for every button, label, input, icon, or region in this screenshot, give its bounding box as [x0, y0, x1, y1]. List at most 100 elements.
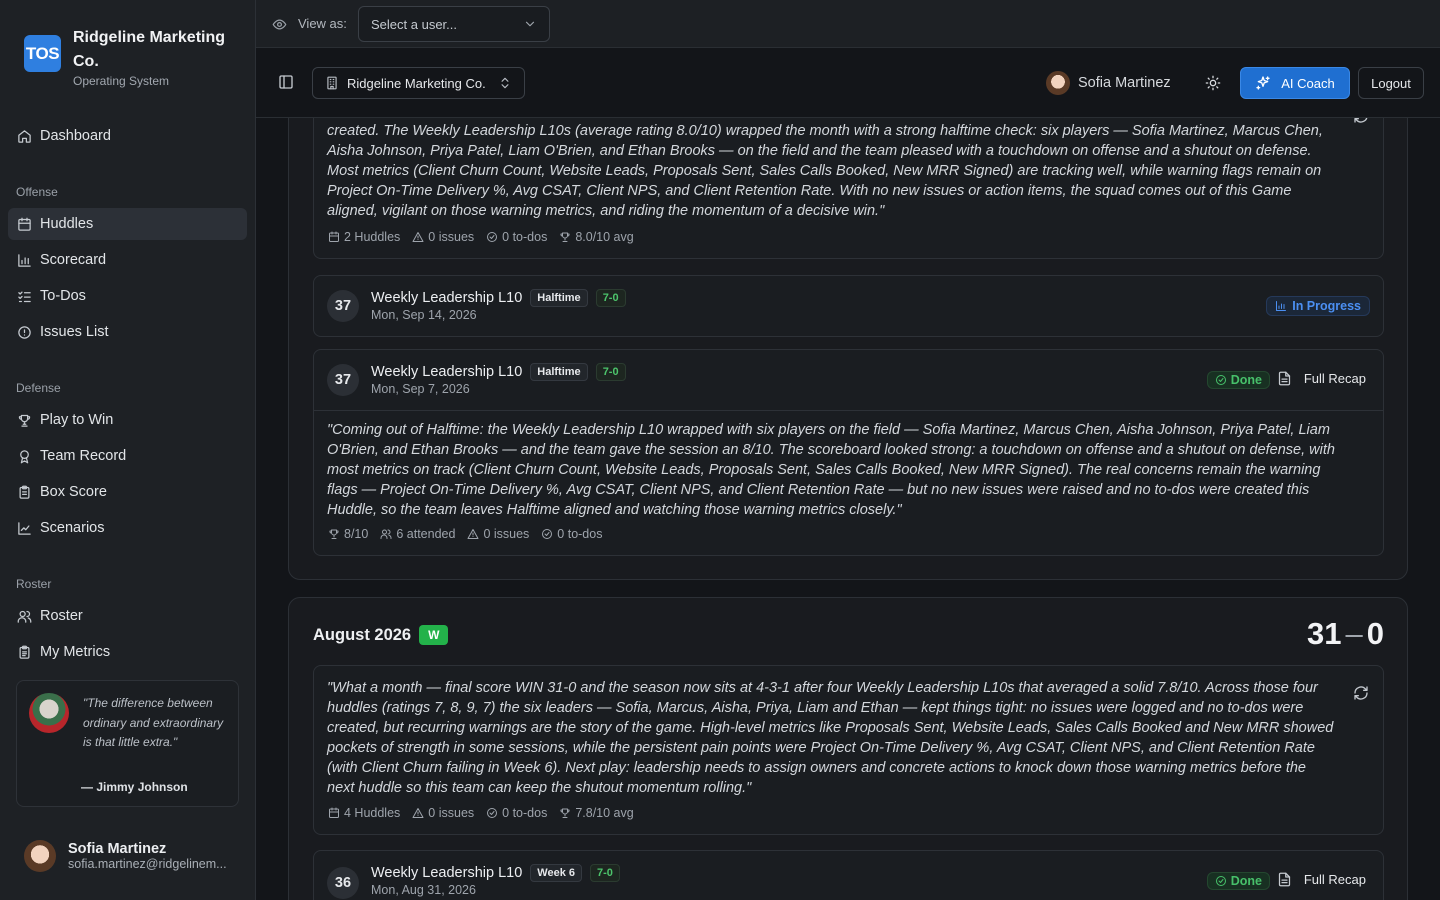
sidebar-item-my-metrics[interactable]: My Metrics — [8, 636, 247, 668]
sidebar-item-label: Issues List — [40, 324, 109, 340]
score-against: 0 — [1366, 616, 1384, 651]
huddle-summary: "Coming out of Halftime: the Weekly Lead… — [327, 422, 1335, 518]
sidebar-item-huddles[interactable]: Huddles — [8, 208, 247, 240]
brand-title: Ridgeline Marketing Co. — [73, 29, 226, 70]
stat-issues: 0 issues — [412, 230, 474, 244]
nav-section-roster: Roster — [16, 577, 52, 591]
stat-issues-value: 0 issues — [428, 230, 475, 244]
sidebar: TOS Ridgeline Marketing Co. Operating Sy… — [0, 0, 256, 900]
stat-todos: 0 to-dos — [486, 806, 547, 820]
sidebar-item-label: Huddles — [40, 216, 94, 232]
huddle-tag: Halftime — [530, 363, 588, 381]
check-circle-icon — [1215, 875, 1227, 887]
huddle-tag: Halftime — [530, 289, 588, 307]
sun-icon[interactable] — [1205, 75, 1221, 91]
huddle-score: 7-0 — [595, 289, 626, 307]
stat-huddles-value: 4 Huddles — [344, 806, 401, 820]
huddle-name: Weekly Leadership L10 — [371, 290, 523, 306]
sidebar-item-box-score[interactable]: Box Score — [8, 476, 247, 508]
sidebar-item-todos[interactable]: To-Dos — [8, 280, 247, 312]
logout-button[interactable]: Logout — [1358, 67, 1424, 99]
nav-section-defense: Defense — [16, 381, 61, 395]
status-badge: Done — [1206, 371, 1270, 389]
chevron-down-icon — [523, 17, 537, 31]
users-icon — [17, 609, 32, 624]
stat-huddles: 4 Huddles — [328, 806, 400, 820]
quote-card: "The difference between ordinary and ext… — [16, 680, 239, 807]
check-circle-icon — [486, 231, 498, 243]
home-icon — [17, 129, 32, 144]
user-profile[interactable]: Sofia Martinez sofia.martinez@ridgelinem… — [24, 840, 236, 872]
huddle-title-row: Weekly Leadership L10 Week 6 7-0 — [371, 864, 620, 882]
sidebar-item-team-record[interactable]: Team Record — [8, 440, 247, 472]
huddle-tag: Week 6 — [530, 864, 582, 882]
divider — [314, 410, 1383, 411]
result-badge: W — [419, 625, 449, 645]
view-as-user-select[interactable]: Select a user... — [358, 6, 550, 42]
refresh-icon[interactable] — [1353, 685, 1369, 701]
month-score: 31 – 0 — [1307, 616, 1384, 652]
week-number: 36 — [327, 867, 359, 899]
stat-todos-value: 0 to-dos — [502, 806, 548, 820]
quote-text: "The difference between ordinary and ext… — [83, 696, 224, 749]
month-recap-text: "What a month — final score WIN 31-0 and… — [327, 680, 1334, 796]
list-checks-icon — [17, 289, 32, 304]
sidebar-item-scenarios[interactable]: Scenarios — [8, 512, 247, 544]
huddle-row[interactable]: 37 Weekly Leadership L10 Halftime 7-0 Mo… — [313, 275, 1384, 337]
sidebar-item-scorecard[interactable]: Scorecard — [8, 244, 247, 276]
stat-avg: 7.8/10 avg — [559, 806, 634, 820]
quote-avatar — [29, 693, 69, 733]
sidebar-item-issues-list[interactable]: Issues List — [8, 316, 247, 348]
stat-avg-value: 8.0/10 avg — [575, 230, 634, 244]
sidebar-item-label: Dashboard — [40, 128, 111, 144]
month-stats: 4 Huddles 0 issues 0 to-dos 7.8/10 avg — [328, 806, 634, 820]
huddle-title-row: Weekly Leadership L10 Halftime 7-0 — [371, 363, 626, 381]
sidebar-item-dashboard[interactable]: Dashboard — [8, 120, 247, 152]
org-switcher[interactable]: Ridgeline Marketing Co. — [312, 67, 525, 99]
huddle-name: Weekly Leadership L10 — [371, 865, 523, 881]
stat-avg-value: 7.8/10 avg — [575, 806, 634, 820]
check-circle-icon — [486, 807, 498, 819]
sidebar-item-label: Box Score — [40, 484, 107, 500]
header-user[interactable]: Sofia Martinez — [1046, 71, 1171, 95]
month-card-september: created. The Weekly Leadership L10s (ave… — [288, 118, 1408, 580]
status-badge: Done — [1206, 872, 1270, 890]
stat-todos: 0 to-dos — [486, 230, 547, 244]
stat-issues: 0 issues — [467, 527, 529, 541]
huddle-row[interactable]: 37 Weekly Leadership L10 Halftime 7-0 Mo… — [313, 349, 1384, 556]
ai-coach-button[interactable]: AI Coach — [1240, 67, 1350, 99]
sidebar-item-label: Team Record — [40, 448, 127, 464]
stat-avg: 8.0/10 avg — [559, 230, 634, 244]
refresh-icon[interactable] — [1353, 118, 1369, 124]
nav-section-offense: Offense — [16, 185, 58, 199]
stat-attended: 6 attended — [380, 527, 455, 541]
full-recap-button[interactable]: Full Recap — [1277, 872, 1366, 887]
huddle-date: Mon, Sep 14, 2026 — [371, 308, 477, 322]
file-text-icon — [1277, 872, 1292, 887]
huddle-row[interactable]: 36 Weekly Leadership L10 Week 6 7-0 Mon,… — [313, 850, 1384, 900]
view-as-bar: View as: Select a user... — [256, 0, 1440, 48]
stat-issues-value: 0 issues — [428, 806, 475, 820]
header-user-name: Sofia Martinez — [1078, 75, 1171, 91]
chevrons-up-down-icon — [498, 76, 512, 90]
huddle-date: Mon, Sep 7, 2026 — [371, 382, 470, 396]
full-recap-button[interactable]: Full Recap — [1277, 371, 1366, 386]
user-name: Sofia Martinez — [68, 841, 167, 857]
bar-chart-icon — [17, 253, 32, 268]
full-recap-label: Full Recap — [1303, 872, 1366, 887]
sidebar-item-roster[interactable]: Roster — [8, 600, 247, 632]
clipboard-list-icon — [17, 645, 32, 660]
file-text-icon — [1277, 371, 1292, 386]
huddle-stats: 8/10 6 attended 0 issues 0 to-dos — [328, 527, 602, 541]
sidebar-toggle-icon[interactable] — [278, 74, 294, 90]
alert-circle-icon — [17, 325, 32, 340]
week-number: 37 — [327, 290, 359, 322]
huddle-title-row: Weekly Leadership L10 Halftime 7-0 — [371, 289, 626, 307]
brand[interactable]: TOS Ridgeline Marketing Co. Operating Sy… — [24, 26, 233, 88]
stat-todos: 0 to-dos — [541, 527, 602, 541]
huddle-date: Mon, Aug 31, 2026 — [371, 883, 476, 897]
sidebar-item-play-to-win[interactable]: Play to Win — [8, 404, 247, 436]
sidebar-item-label: Scorecard — [40, 252, 107, 268]
calendar-icon — [328, 807, 340, 819]
trophy-icon — [328, 528, 340, 540]
